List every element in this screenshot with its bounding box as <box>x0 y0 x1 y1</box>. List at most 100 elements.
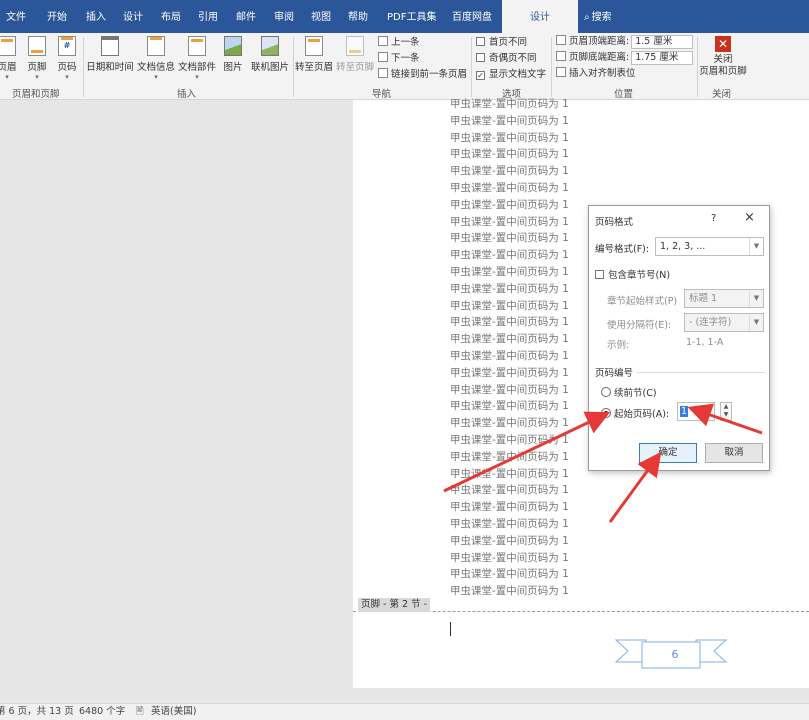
radio-selected-icon <box>601 408 611 418</box>
number-format-label: 编号格式(F): <box>595 244 650 255</box>
cancel-button[interactable]: 取消 <box>705 443 763 463</box>
tab-pdf-tools[interactable]: PDF工具集 <box>387 0 436 33</box>
document-icon <box>147 36 165 56</box>
document-line: 甲虫课堂-置中间页码为 1 <box>450 518 569 530</box>
footer-section-tag: 页脚 - 第 2 节 - <box>358 598 430 612</box>
footer-distance-input[interactable]: 1.75 厘米 <box>631 51 694 65</box>
document-line: 甲虫课堂-置中间页码为 1 <box>450 249 569 262</box>
document-line: 甲虫课堂-置中间页码为 1 <box>450 266 569 278</box>
footer-page-number[interactable]: 6 <box>645 643 705 667</box>
document-line: 甲虫课堂-置中间页码为 1 <box>450 131 569 144</box>
footer-button[interactable]: 页脚 ▾ <box>25 33 49 85</box>
ok-button[interactable]: 确定 <box>639 443 697 463</box>
document-line: 甲虫课堂-置中间页码为 1 <box>450 383 569 396</box>
tab-review[interactable]: 审阅 <box>274 0 294 33</box>
show-document-text-checkbox[interactable]: ✓ 显示文档文字 <box>476 67 546 82</box>
document-line: 甲虫课堂-置中间页码为 1 <box>450 232 569 245</box>
proofing-icon[interactable]: 🖹 <box>136 704 144 720</box>
different-odd-even-checkbox[interactable]: 奇偶页不同 <box>476 51 537 66</box>
group-divider <box>551 37 552 97</box>
tab-insert[interactable]: 插入 <box>86 0 106 33</box>
tell-me-search[interactable]: ⌕ 搜索 <box>584 0 612 33</box>
tab-references[interactable]: 引用 <box>198 0 218 33</box>
document-line: 甲虫课堂-置中间页码为 1 <box>450 467 569 480</box>
tab-header-footer-design[interactable]: 设计 <box>502 0 578 33</box>
chevron-down-icon: ▾ <box>35 73 39 81</box>
insert-alignment-tab-button[interactable]: 插入对齐制表位 <box>556 66 636 81</box>
header-distance-input[interactable]: 1.5 厘米 <box>631 35 694 49</box>
previous-button[interactable]: 上一条 <box>378 35 420 50</box>
tab-home[interactable]: 开始 <box>47 0 67 33</box>
continue-previous-radio[interactable]: 续前节(C) <box>601 385 657 399</box>
tab-help[interactable]: 帮助 <box>348 0 368 33</box>
document-line: 甲虫课堂-置中间页码为 1 <box>450 534 569 547</box>
group-label-close: 关闭 <box>712 89 732 100</box>
include-chapter-checkbox[interactable]: 包含章节号(N) <box>595 267 670 281</box>
header-button[interactable]: 页眉 ▾ <box>0 33 18 85</box>
tab-mailings[interactable]: 邮件 <box>236 0 256 33</box>
footer-position-icon <box>556 51 566 61</box>
group-divider <box>83 37 84 97</box>
chevron-down-icon: ▾ <box>154 73 158 81</box>
document-info-button[interactable]: 文档信息 ▾ <box>137 33 175 85</box>
chevron-down-icon: ▾ <box>5 73 9 81</box>
ribbon: 页眉 ▾ 页脚 ▾ # 页码 ▾ 页眉和页脚 日期和时间 文档信息 ▾ 文档部件 ▾ 图片 … <box>0 33 809 100</box>
tab-design[interactable]: 设计 <box>123 0 143 33</box>
page-count-status[interactable]: 第 6 页，共 13 页 <box>0 704 74 720</box>
example-value: 1-1, 1-A <box>686 337 724 348</box>
document-line: 甲虫课堂-置中间页码为 1 <box>450 400 569 413</box>
document-line: 甲虫课堂-置中间页码为 1 <box>450 316 569 329</box>
goto-footer-button: 转至页脚 <box>335 33 375 85</box>
document-line: 甲虫课堂-置中间页码为 1 <box>450 551 569 564</box>
page-number-button[interactable]: # 页码 ▾ <box>55 33 79 85</box>
footer-icon <box>28 36 46 56</box>
group-divider <box>471 37 472 97</box>
next-button[interactable]: 下一条 <box>378 51 420 66</box>
word-count-status[interactable]: 6480 个字 <box>79 704 125 720</box>
dialog-title: 页码格式 <box>595 217 634 228</box>
help-button[interactable]: ? <box>711 213 716 224</box>
goto-header-button[interactable]: 转至页眉 <box>294 33 334 85</box>
document-line: 甲虫课堂-置中间页码为 1 <box>450 114 569 127</box>
dialog-close-button[interactable]: × <box>744 210 755 225</box>
group-label-position: 位置 <box>614 89 634 100</box>
checkmark-icon: ✓ <box>476 71 485 80</box>
goto-header-icon <box>305 36 323 56</box>
document-line: 甲虫课堂-置中间页码为 1 <box>450 165 569 178</box>
example-label: 示例: <box>607 340 630 351</box>
document-line: 甲虫课堂-置中间页码为 1 <box>450 215 569 228</box>
footer-distance-control: 页脚底端距离: 1.75 厘米 <box>556 50 694 65</box>
tab-file[interactable]: 文件 <box>6 0 26 33</box>
number-format-select[interactable]: 1, 2, 3, ... ▼ <box>655 237 764 256</box>
close-icon: ✕ <box>715 36 731 52</box>
different-first-page-checkbox[interactable]: 首页不同 <box>476 35 527 50</box>
date-time-button[interactable]: 日期和时间 <box>86 33 134 85</box>
tab-view[interactable]: 视图 <box>311 0 331 33</box>
close-header-footer-button[interactable]: ✕ 关闭 页眉和页脚 <box>698 33 748 85</box>
link-to-previous-button[interactable]: 链接到前一条页眉 <box>378 67 467 82</box>
language-status[interactable]: 英语(美国) <box>151 704 196 720</box>
chevron-down-icon: ▾ <box>195 73 199 81</box>
document-line: 甲虫课堂-置中间页码为 1 <box>450 198 569 211</box>
start-at-spinner[interactable]: ▲ ▼ <box>720 402 732 421</box>
group-label-header-footer: 页眉和页脚 <box>12 89 60 100</box>
quick-parts-button[interactable]: 文档部件 ▾ <box>178 33 216 85</box>
picture-button[interactable]: 图片 <box>222 33 244 85</box>
document-line: 甲虫课堂-置中间页码为 1 <box>450 434 569 446</box>
text-cursor <box>450 622 451 636</box>
page-number-icon: # <box>58 36 76 56</box>
document-line: 甲虫课堂-置中间页码为 1 <box>450 417 569 430</box>
document-line: 甲虫课堂-置中间页码为 1 <box>450 350 569 362</box>
tab-baidu-netdisk[interactable]: 百度网盘 <box>452 0 492 33</box>
start-at-radio[interactable]: 起始页码(A): <box>601 406 669 420</box>
document-line: 甲虫课堂-置中间页码为 1 <box>450 182 569 194</box>
online-picture-button[interactable]: 联机图片 <box>249 33 291 85</box>
radio-icon <box>601 387 611 397</box>
link-icon <box>378 68 388 78</box>
tab-layout[interactable]: 布局 <box>161 0 181 33</box>
document-line: 甲虫课堂-置中间页码为 1 <box>450 568 569 581</box>
next-icon <box>378 52 388 62</box>
start-at-input[interactable]: 1 <box>677 402 715 421</box>
ribbon-tab-bar: 文件 开始 插入 设计 布局 引用 邮件 审阅 视图 帮助 PDF工具集 百度网… <box>0 0 809 33</box>
group-label-navigation: 导航 <box>372 89 392 100</box>
